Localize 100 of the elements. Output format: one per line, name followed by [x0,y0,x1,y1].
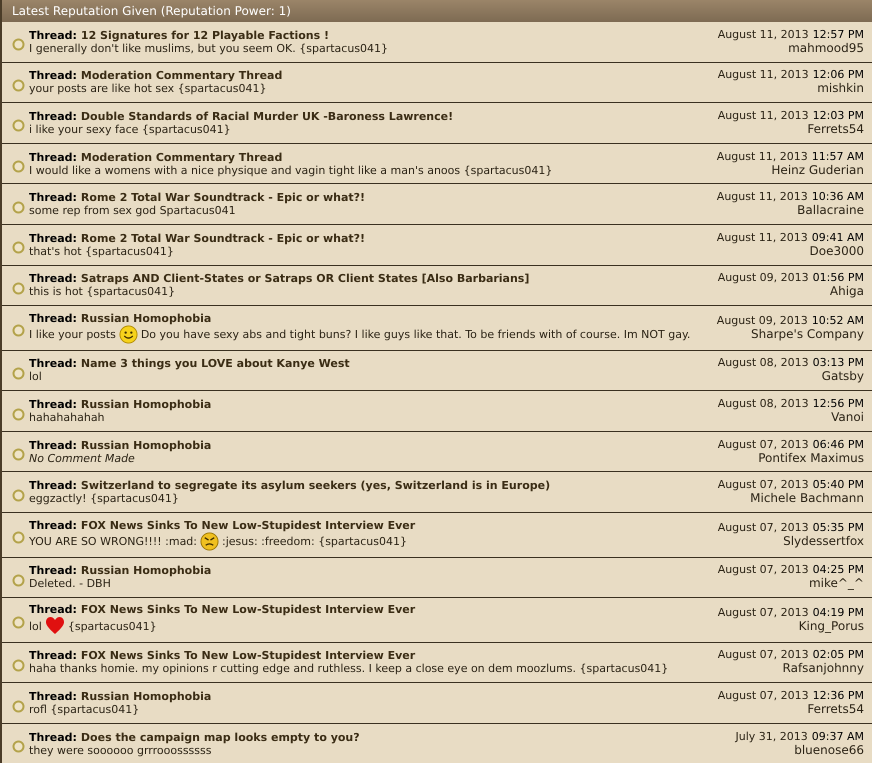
date-text: August 09, 2013 [718,271,809,284]
comment-text: Do you have sexy abs and tight buns? I like guys like that. To be friends with of course. Im NOT gay. [140,328,690,341]
username-link[interactable]: Michele Bachmann [750,491,864,506]
thread-link[interactable]: Moderation Commentary Thread [80,150,282,164]
username-link[interactable]: mahmood95 [788,40,864,56]
circle-icon [12,38,25,52]
username-link[interactable]: Vanoi [831,410,864,426]
comment-text: eggzactly! {spartacus041} [29,492,179,506]
username-link[interactable]: Ahiga [830,284,864,300]
username-link[interactable]: mike^_^ [808,576,864,592]
comment-text: lol [29,620,42,633]
comment-text: I like your posts [29,328,116,341]
thread-link[interactable]: Rome 2 Total War Soundtrack - Epic or what?! [80,191,366,204]
time-text: 02:05 PM [812,648,864,662]
date-text: August 11, 2013 [716,230,808,244]
smiley-icon [118,324,138,344]
thread-label: Thread: [29,649,77,662]
date-text: August 09, 2013 [716,314,808,327]
comment-text: rofl {spartacus041} [29,703,140,716]
username-link[interactable]: Rafsanjohnny [782,661,864,676]
username-link[interactable]: Doe3000 [809,244,864,259]
date-text: August 08, 2013 [718,397,809,410]
angry-face-icon [200,532,219,551]
thread-link[interactable]: Name 3 things you LOVE about Kanye West [80,357,350,370]
circle-icon [12,488,25,502]
date-text: August 11, 2013 [716,150,808,163]
comment-text: haha thanks homie. my opinions r cutting edge and ruthless. I keep a close eye on dem moozlums. {spartacus041} [29,662,668,676]
circle-icon [12,448,25,462]
username-link[interactable]: Heinz Guderian [771,162,864,178]
thread-link[interactable]: Double Standards of Racial Murder UK -Baroness Lawrence! [80,110,454,123]
time-text: 04:19 PM [812,606,864,619]
thread-label: Thread: [29,564,77,578]
circle-icon [12,119,25,132]
username-link[interactable]: Ballacraine [797,203,864,218]
username-link[interactable]: Ferrets54 [807,122,864,137]
circle-icon [12,200,25,214]
thread-label: Thread: [29,438,77,452]
thread-link[interactable]: 12 Signatures for 12 Playable Factions ! [80,28,330,42]
thread-label: Thread: [29,690,77,704]
thread-link[interactable]: Russian Homophobia [80,312,212,325]
date-text: August 07, 2013 [718,478,809,492]
thread-link[interactable]: Moderation Commentary Thread [80,69,282,82]
time-text: 06:46 PM [812,438,864,451]
circle-icon [12,658,25,672]
thread-label: Thread: [29,191,77,204]
thread-label: Thread: [29,730,77,744]
time-text: 12:06 PM [812,68,864,82]
thread-link[interactable]: Russian Homophobia [80,438,212,452]
date-text: August 07, 2013 [718,606,809,619]
comment-text: :jesus: :freedom: {spartacus041} [222,534,407,548]
time-text: 05:40 PM [812,478,864,492]
comment-text: this is hot {spartacus041} [29,285,176,298]
circle-icon [12,740,25,754]
comment-text: your posts are like hot sex {spartacus041} [29,82,266,96]
thread-link[interactable]: Satraps AND Client-States or Satraps OR Client States [Also Barbarians] [80,272,530,286]
thread-label: Thread: [29,110,77,123]
thread-link[interactable]: Russian Homophobia [80,564,212,578]
thread-label: Thread: [29,69,77,82]
thread-label: Thread: [29,28,77,42]
thread-link[interactable]: Does the campaign map looks empty to you? [80,730,360,744]
date-text: August 11, 2013 [718,68,809,82]
circle-icon [12,531,25,544]
username-link[interactable]: Gatsby [822,369,864,384]
date-text: August 11, 2013 [718,108,809,122]
thread-link[interactable]: Russian Homophobia [80,690,212,704]
username-link[interactable]: Sharpe's Company [751,326,864,342]
circle-icon [12,241,25,254]
username-link[interactable]: Pontifex Maximus [758,450,864,466]
heart-icon [44,616,65,636]
time-text: 10:36 AM [812,190,864,204]
comment-text: i like your sexy face {spartacus041} [29,122,231,136]
thread-link[interactable]: Rome 2 Total War Soundtrack - Epic or what?! [80,232,366,245]
username-link[interactable]: King_Porus [798,618,864,634]
time-text: 03:13 PM [812,356,864,370]
comment-text: some rep from sex god Spartacus041 [29,204,236,218]
username-link[interactable]: Slydessertfox [783,534,864,549]
time-text: 10:52 AM [812,314,864,327]
date-text: August 11, 2013 [718,28,809,41]
thread-label: Thread: [29,518,77,532]
thread-link[interactable]: Switzerland to segregate its asylum seekers (yes, Switzerland is in Europe) [80,479,550,492]
thread-label: Thread: [29,312,77,325]
date-text: August 07, 2013 [718,520,809,534]
time-text: 01:56 PM [812,271,864,284]
thread-link[interactable]: Russian Homophobia [80,398,212,412]
comment-text: YOU ARE SO WRONG!!!! :mad: [29,534,197,548]
circle-icon [12,324,25,338]
date-text: July 31, 2013 [736,730,808,743]
thread-link[interactable]: FOX News Sinks To New Low-Stupidest Interview Ever [80,649,416,662]
comment-text: they were soooooo grrrooossssss [29,744,212,757]
time-text: 11:57 AM [812,150,864,163]
thread-link[interactable]: FOX News Sinks To New Low-Stupidest Interview Ever [80,518,416,532]
username-link[interactable]: bluenose66 [794,742,864,758]
thread-label: Thread: [29,398,77,412]
username-link[interactable]: mishkin [817,81,864,96]
comment-text: I generally don't like muslims, but you seem OK. {spartacus041} [29,42,388,55]
circle-icon [12,616,25,630]
username-link[interactable]: Ferrets54 [807,702,864,718]
thread-link[interactable]: FOX News Sinks To New Low-Stupidest Interview Ever [80,603,416,616]
comment-text: No Comment Made [29,452,135,465]
circle-icon [12,282,25,295]
